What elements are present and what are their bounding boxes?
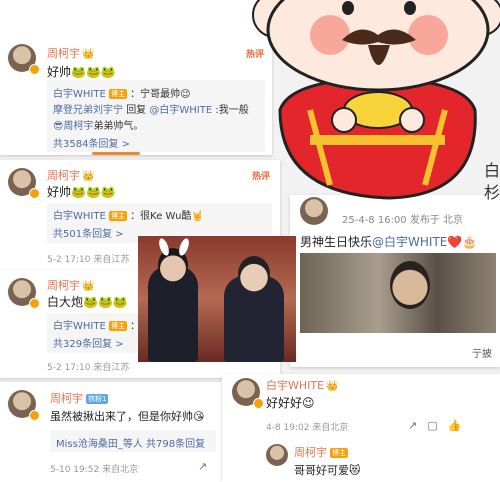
crown-icon: 👑 xyxy=(82,281,95,292)
verified-icon xyxy=(29,64,40,75)
more-replies-link[interactable]: 共501条回复 > xyxy=(53,225,124,240)
avatar[interactable] xyxy=(300,197,328,225)
post-meta: 25-4-8 16:00 发布于 北京 xyxy=(342,215,464,226)
comment-username[interactable]: 周柯宇 👑 xyxy=(47,45,94,61)
comment-text: 好帅🐸🐸🐸 xyxy=(47,65,116,79)
verified-icon xyxy=(29,410,40,421)
comment-username[interactable]: 周柯宇 👑 xyxy=(47,167,94,183)
reply-line: 摩登兄弟刘宇宁 回复 @白宇WHITE :我一般 xyxy=(53,105,249,116)
divider-line xyxy=(92,152,140,155)
blogger-tag: 博主 xyxy=(108,211,127,221)
sticker-eye xyxy=(404,1,416,15)
person-right-head xyxy=(238,256,270,292)
reply-line: 😎周柯宇弟弟帅气。 xyxy=(53,121,144,132)
sticker-eye xyxy=(342,1,354,15)
comment-meta: 4-8 19:02 来自北京 xyxy=(266,423,349,433)
person-head xyxy=(390,261,430,309)
reply-username[interactable]: 周柯宇 博主 xyxy=(294,444,348,460)
sticker-cheek xyxy=(408,15,448,55)
comment-action-icons[interactable]: ↗ xyxy=(198,460,217,473)
comment-username[interactable]: 周柯宇 👑 xyxy=(47,277,94,293)
comment-action-icons[interactable]: ↗▢👍 xyxy=(408,419,471,432)
comment-username[interactable]: 白宇WHITE 👑 xyxy=(266,377,339,393)
comment-meta: 5-10 19:52 来自北京 xyxy=(50,465,139,475)
crown-icon: 👑 xyxy=(326,381,339,392)
reply-line: 白宇WHITE 博主 ：很Ke Wu酷🤘 xyxy=(53,211,204,222)
bunny-ears-icon xyxy=(177,237,191,257)
reply-summary: Miss沧海桑田_等人 共798条回复 xyxy=(56,439,206,450)
fan-badge: 铁粉1 xyxy=(86,394,109,404)
photo-two-people[interactable] xyxy=(138,236,296,362)
more-replies-link[interactable]: 共3584条回复 > xyxy=(53,135,130,150)
comment-text: 白大炮🐸🐸🐸 xyxy=(47,295,128,309)
reply-line: 白宇WHITE 博主 ：棒 xyxy=(53,321,150,332)
crown-icon: 👑 xyxy=(82,171,95,182)
comment-meta: 5-2 17:10 来自江苏 xyxy=(47,363,130,373)
comment-text: 好帅🐸🐸🐸 xyxy=(47,185,116,199)
comment-text: 虽然被揪出来了，但是你好帅😘 xyxy=(50,410,205,423)
robe-belt xyxy=(310,135,445,145)
reply-line: 白宇WHITE 博主 ：宁哥最帅😉 xyxy=(53,89,191,100)
comment-username[interactable]: 周柯宇 铁粉1 xyxy=(50,390,109,406)
sticker-cheek xyxy=(310,15,350,55)
post-text: 男神生日快乐@白宇WHITE❤️🎂 xyxy=(300,235,478,249)
more-replies-link[interactable]: 共329条回复 > xyxy=(53,335,124,350)
blogger-tag: 博主 xyxy=(330,448,348,458)
post-card: 25-4-8 16:00 发布于 北京 男神生日快乐@白宇WHITE❤️🎂 亍披 xyxy=(290,195,500,367)
reply-avatar[interactable] xyxy=(266,444,288,466)
sticker-hand xyxy=(399,107,425,133)
post-image[interactable] xyxy=(300,253,496,333)
reply-box[interactable]: 白宇WHITE 博主 ：宁哥最帅😉 摩登兄弟刘宇宁 回复 @白宇WHITE :我… xyxy=(47,80,265,152)
comment-card-4: 周柯宇 铁粉1 虽然被揪出来了，但是你好帅😘 Miss沧海桑田_等人 共798条回… xyxy=(0,382,222,482)
blogger-tag: 博主 xyxy=(108,89,127,99)
fortune-god-sticker xyxy=(252,0,500,200)
forward-link[interactable]: 亍披 xyxy=(472,345,492,360)
comment-text: 好好好😉 xyxy=(266,396,315,410)
comment-meta: 5-2 17:10 来自江苏 xyxy=(47,255,130,265)
comment-card-1: 周柯宇 👑 热评 好帅🐸🐸🐸 白宇WHITE 博主 ：宁哥最帅😉 摩登兄弟刘宇宁 … xyxy=(0,0,272,155)
verified-icon xyxy=(29,188,40,199)
blogger-tag: 博主 xyxy=(108,321,127,331)
verified-icon xyxy=(29,298,40,309)
sticker-hand xyxy=(331,107,357,133)
crown-icon: 👑 xyxy=(82,49,95,60)
verified-icon xyxy=(253,398,264,409)
comment-card-5: 白宇WHITE 👑 好好好😉 4-8 19:02 来自北京 ↗▢👍 周柯宇 博主 哥… xyxy=(222,374,500,482)
reply-text: 哥哥好可爱😻 xyxy=(294,464,361,477)
reply-box[interactable]: Miss沧海桑田_等人 共798条回复 xyxy=(50,430,216,452)
